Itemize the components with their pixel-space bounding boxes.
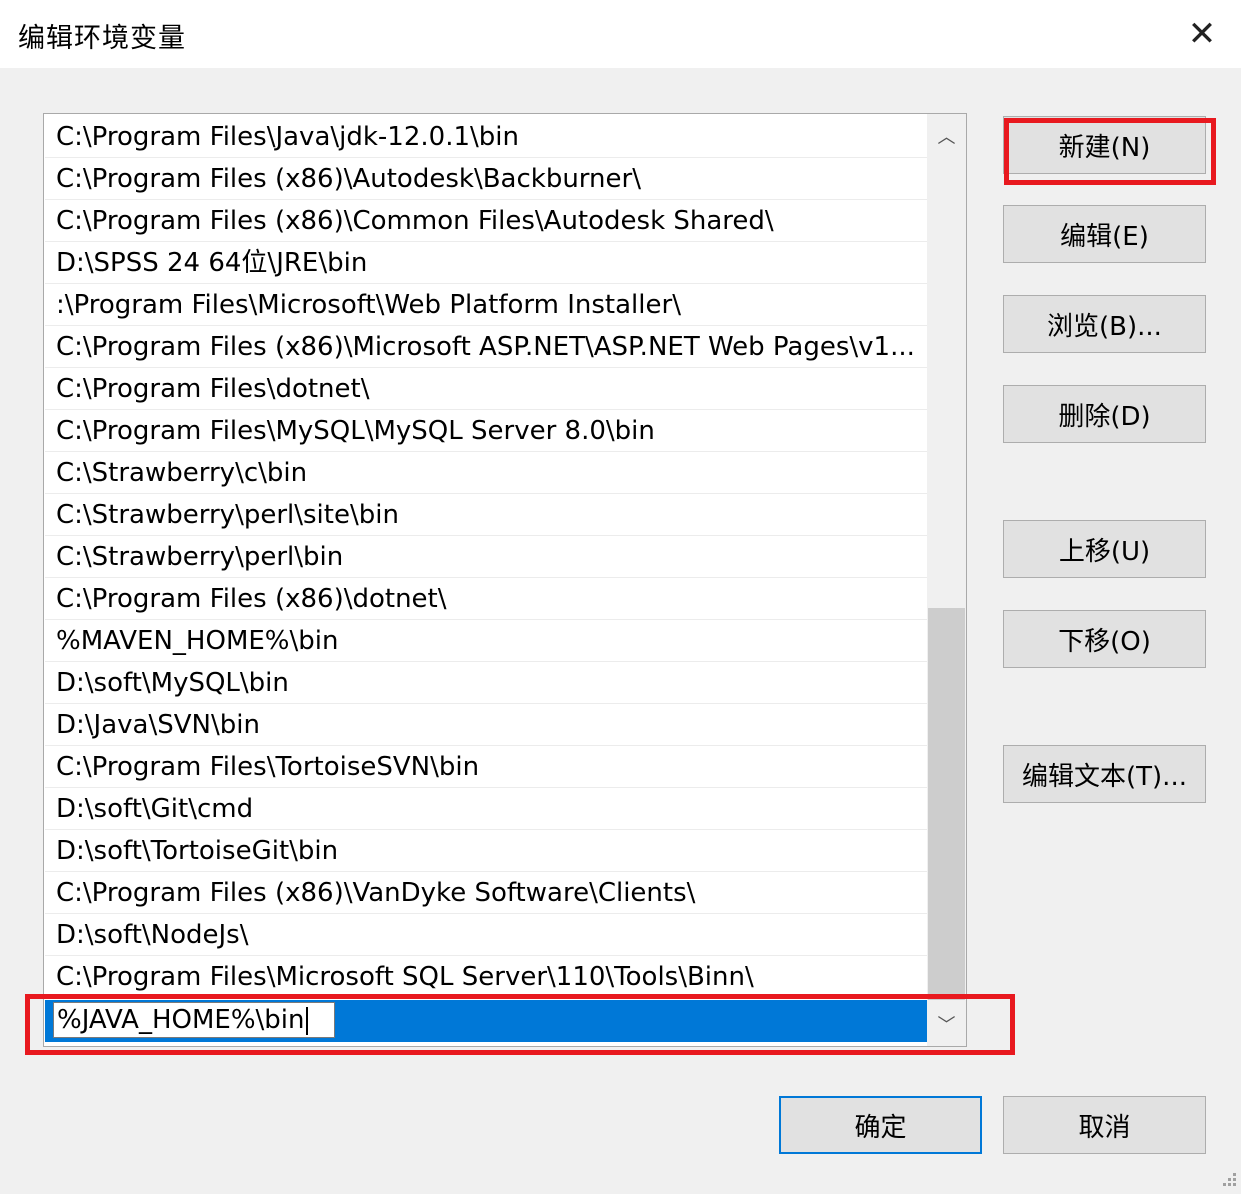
scrollbar-thumb[interactable]: [928, 608, 965, 1000]
list-item[interactable]: D:\soft\TortoiseGit\bin: [45, 830, 927, 872]
new-button[interactable]: 新建(N): [1003, 116, 1206, 174]
list-item[interactable]: C:\Program Files (x86)\Common Files\Auto…: [45, 200, 927, 242]
move-up-button[interactable]: 上移(U): [1003, 520, 1206, 578]
chevron-up-icon[interactable]: ︿: [927, 114, 966, 158]
list-item[interactable]: D:\soft\Git\cmd: [45, 788, 927, 830]
browse-button[interactable]: 浏览(B)...: [1003, 295, 1206, 353]
list-item[interactable]: C:\Program Files (x86)\Autodesk\Backburn…: [45, 158, 927, 200]
path-edit-input[interactable]: %JAVA_HOME%\bin: [53, 1002, 335, 1038]
edit-button[interactable]: 编辑(E): [1003, 205, 1206, 263]
chevron-down-icon[interactable]: ﹀: [927, 1002, 966, 1046]
window-title: 编辑环境变量: [18, 23, 186, 54]
list-item[interactable]: C:\Strawberry\perl\bin: [45, 536, 927, 578]
list-item[interactable]: C:\Program Files (x86)\VanDyke Software\…: [45, 872, 927, 914]
list-item[interactable]: C:\Strawberry\c\bin: [45, 452, 927, 494]
path-edit-value: %JAVA_HOME%\bin: [57, 1005, 305, 1035]
title-bar: 编辑环境变量 ✕: [0, 0, 1241, 68]
list-item[interactable]: D:\SPSS 24 64位\JRE\bin: [45, 242, 927, 284]
list-item[interactable]: C:\Program Files\TortoiseSVN\bin: [45, 746, 927, 788]
list-item[interactable]: %MAVEN_HOME%\bin: [45, 620, 927, 662]
list-item[interactable]: C:\Program Files (x86)\dotnet\: [45, 578, 927, 620]
list-item[interactable]: :\Program Files\Microsoft\Web Platform I…: [45, 284, 927, 326]
close-icon[interactable]: ✕: [1172, 10, 1232, 58]
selected-list-item[interactable]: %JAVA_HOME%\bin: [45, 1000, 927, 1042]
list-item[interactable]: C:\Program Files\dotnet\: [45, 368, 927, 410]
list-item[interactable]: D:\Java\SVN\bin: [45, 704, 927, 746]
resize-grip-icon[interactable]: [1218, 1170, 1238, 1190]
list-item[interactable]: C:\Program Files\MySQL\MySQL Server 8.0\…: [45, 410, 927, 452]
list-item[interactable]: C:\Program Files\Microsoft SQL Server\11…: [45, 956, 927, 998]
cancel-button[interactable]: 取消: [1003, 1096, 1206, 1154]
list-item[interactable]: C:\Strawberry\perl\site\bin: [45, 494, 927, 536]
delete-button[interactable]: 删除(D): [1003, 385, 1206, 443]
vertical-scrollbar[interactable]: ︿ ﹀: [927, 114, 966, 1046]
edit-text-button[interactable]: 编辑文本(T)...: [1003, 745, 1206, 803]
list-item[interactable]: D:\soft\MySQL\bin: [45, 662, 927, 704]
ok-button[interactable]: 确定: [779, 1096, 982, 1154]
list-item[interactable]: C:\Program Files\Java\jdk-12.0.1\bin: [45, 116, 927, 158]
list-item[interactable]: D:\soft\NodeJs\: [45, 914, 927, 956]
move-down-button[interactable]: 下移(O): [1003, 610, 1206, 668]
text-caret: [305, 1006, 308, 1035]
path-list[interactable]: C:\Program Files\Java\jdk-12.0.1\bin C:\…: [43, 113, 967, 1047]
list-item[interactable]: C:\Program Files (x86)\Microsoft ASP.NET…: [45, 326, 927, 368]
